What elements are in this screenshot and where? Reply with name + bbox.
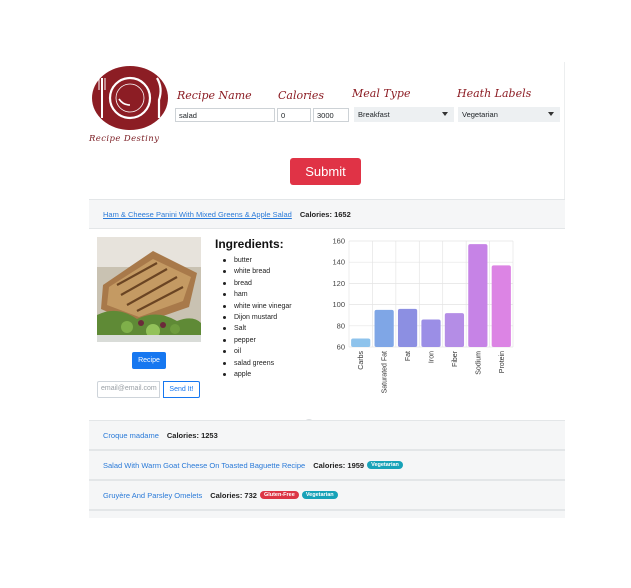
- list-item: salad greens: [223, 358, 292, 369]
- health-labels-select[interactable]: Vegetarian: [458, 107, 560, 122]
- calories-max-input[interactable]: 3000: [313, 108, 349, 122]
- list-item: apple: [223, 369, 292, 380]
- ingredients-title: Ingredients:: [215, 237, 284, 251]
- send-button[interactable]: Send It!: [163, 381, 200, 398]
- ingredients-list: butter white bread bread ham white wine …: [223, 255, 292, 380]
- list-item: Dijon mustard: [223, 312, 292, 323]
- recipe-title-link[interactable]: Salad With Warm Goat Cheese On Toasted B…: [103, 461, 305, 470]
- list-item: white bread: [223, 266, 292, 277]
- calories-value: 732: [244, 490, 257, 500]
- calories-prefix: Calories:: [313, 460, 346, 470]
- x-tick-label: Sodium: [475, 351, 482, 375]
- y-tick-label: 140: [332, 258, 345, 267]
- bar: [491, 265, 511, 347]
- health-labels-value: Vegetarian: [462, 110, 498, 119]
- logo-text: Recipe Destiny: [89, 134, 160, 144]
- list-item: butter: [223, 255, 292, 266]
- calories-text: Calories: 1253: [167, 431, 218, 440]
- meal-type-select[interactable]: Breakfast: [354, 107, 454, 122]
- recipe-app: Recipe Destiny Recipe Name salad Calorie…: [89, 62, 565, 518]
- bar: [397, 308, 418, 347]
- recipe-title-link[interactable]: Croque madame: [103, 431, 159, 440]
- calories-prefix: Calories:: [299, 209, 332, 219]
- meal-type-value: Breakfast: [358, 110, 390, 119]
- bar: [468, 244, 488, 347]
- list-item: Salt: [223, 323, 292, 334]
- result-row-partial: [89, 510, 565, 518]
- result-row[interactable]: Gruyère And Parsley Omelets Calories: 73…: [89, 480, 565, 510]
- list-item: pepper: [223, 335, 292, 346]
- bar: [421, 319, 441, 347]
- y-tick-label: 100: [332, 300, 345, 309]
- recipe-name-input[interactable]: salad: [175, 108, 275, 122]
- vegetarian-badge: Vegetarian: [367, 461, 403, 469]
- meal-type-label: Meal Type: [352, 87, 411, 100]
- health-labels-label: Heath Labels: [457, 87, 532, 100]
- list-item: bread: [223, 278, 292, 289]
- y-tick-label: 160: [332, 237, 345, 246]
- list-item: ham: [223, 289, 292, 300]
- recipe-detail-panel: Recipe email@email.com Send It! Ingredie…: [89, 229, 565, 423]
- calories-value: 1253: [201, 430, 218, 440]
- x-tick-label: Protein: [499, 351, 506, 373]
- calories-prefix: Calories:: [210, 490, 243, 500]
- calories-label: Calories: [278, 89, 325, 102]
- recipe-button[interactable]: Recipe: [132, 352, 166, 369]
- recipe-title-link[interactable]: Gruyère And Parsley Omelets: [103, 491, 202, 500]
- vegetarian-badge: Vegetarian: [301, 491, 338, 499]
- nutrition-bar-chart: 60 80 100 120 140 160 Carbs Saturated Fat Fat Iro…: [332, 237, 514, 393]
- x-tick-label: Carbs: [358, 351, 365, 370]
- y-tick-label: 60: [337, 343, 345, 352]
- calories-prefix: Calories:: [166, 430, 199, 440]
- email-input[interactable]: email@email.com: [97, 381, 160, 398]
- result-row[interactable]: Ham & Cheese Panini With Mixed Greens & …: [89, 199, 565, 229]
- recipe-title-link[interactable]: Ham & Cheese Panini With Mixed Greens & …: [103, 210, 292, 219]
- recipe-name-label: Recipe Name: [177, 89, 252, 102]
- y-tick-label: 80: [337, 321, 345, 330]
- submit-button[interactable]: Submit: [290, 158, 361, 185]
- x-tick-label: Iron: [429, 351, 436, 363]
- calories-text: Calories: 1652: [300, 210, 351, 219]
- x-tick-label: Fat: [405, 351, 412, 361]
- result-row[interactable]: Croque madame Calories: 1253: [89, 420, 565, 450]
- calories-min-input[interactable]: 0: [277, 108, 311, 122]
- chevron-down-icon: [442, 112, 448, 116]
- x-tick-label: Saturated Fat: [382, 351, 389, 393]
- y-tick-label: 120: [332, 279, 345, 288]
- gluten-free-badge: Gluten-Free: [259, 491, 299, 499]
- chevron-down-icon: [548, 112, 554, 116]
- calories-value: 1959: [347, 460, 365, 470]
- bar: [351, 338, 371, 347]
- bar: [374, 309, 394, 347]
- recipe-photo: [97, 237, 201, 342]
- list-item: white wine vinegar: [223, 301, 292, 312]
- calories-value: 1652: [334, 209, 351, 219]
- list-item: oil: [223, 346, 292, 357]
- bar: [444, 313, 465, 347]
- x-tick-label: Fiber: [452, 350, 459, 367]
- result-row[interactable]: Salad With Warm Goat Cheese On Toasted B…: [89, 450, 565, 480]
- calories-text: Calories: 1959: [313, 461, 364, 470]
- calories-text: Calories: 732: [210, 491, 257, 500]
